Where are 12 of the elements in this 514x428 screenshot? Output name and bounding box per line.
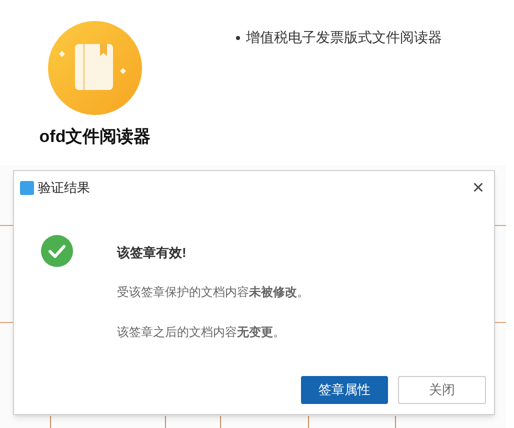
close-dialog-button[interactable]: 关闭 xyxy=(398,376,486,404)
dialog-title: 验证结果 xyxy=(38,179,90,198)
result-message: 受该签章保护的文档内容未被修改。 xyxy=(117,284,309,300)
result-heading: 该签章有效! xyxy=(117,244,188,262)
signature-properties-button[interactable]: 签章属性 xyxy=(301,376,388,404)
app-name: ofd文件阅读器 xyxy=(39,126,151,148)
app-logo-icon xyxy=(20,181,34,195)
feature-text: 增值税电子发票版式文件阅读器 xyxy=(246,28,442,47)
app-icon xyxy=(47,20,143,116)
close-button[interactable]: × xyxy=(472,178,484,198)
bullet-icon xyxy=(236,36,240,40)
result-message: 该签章之后的文档内容无变更。 xyxy=(117,324,286,340)
